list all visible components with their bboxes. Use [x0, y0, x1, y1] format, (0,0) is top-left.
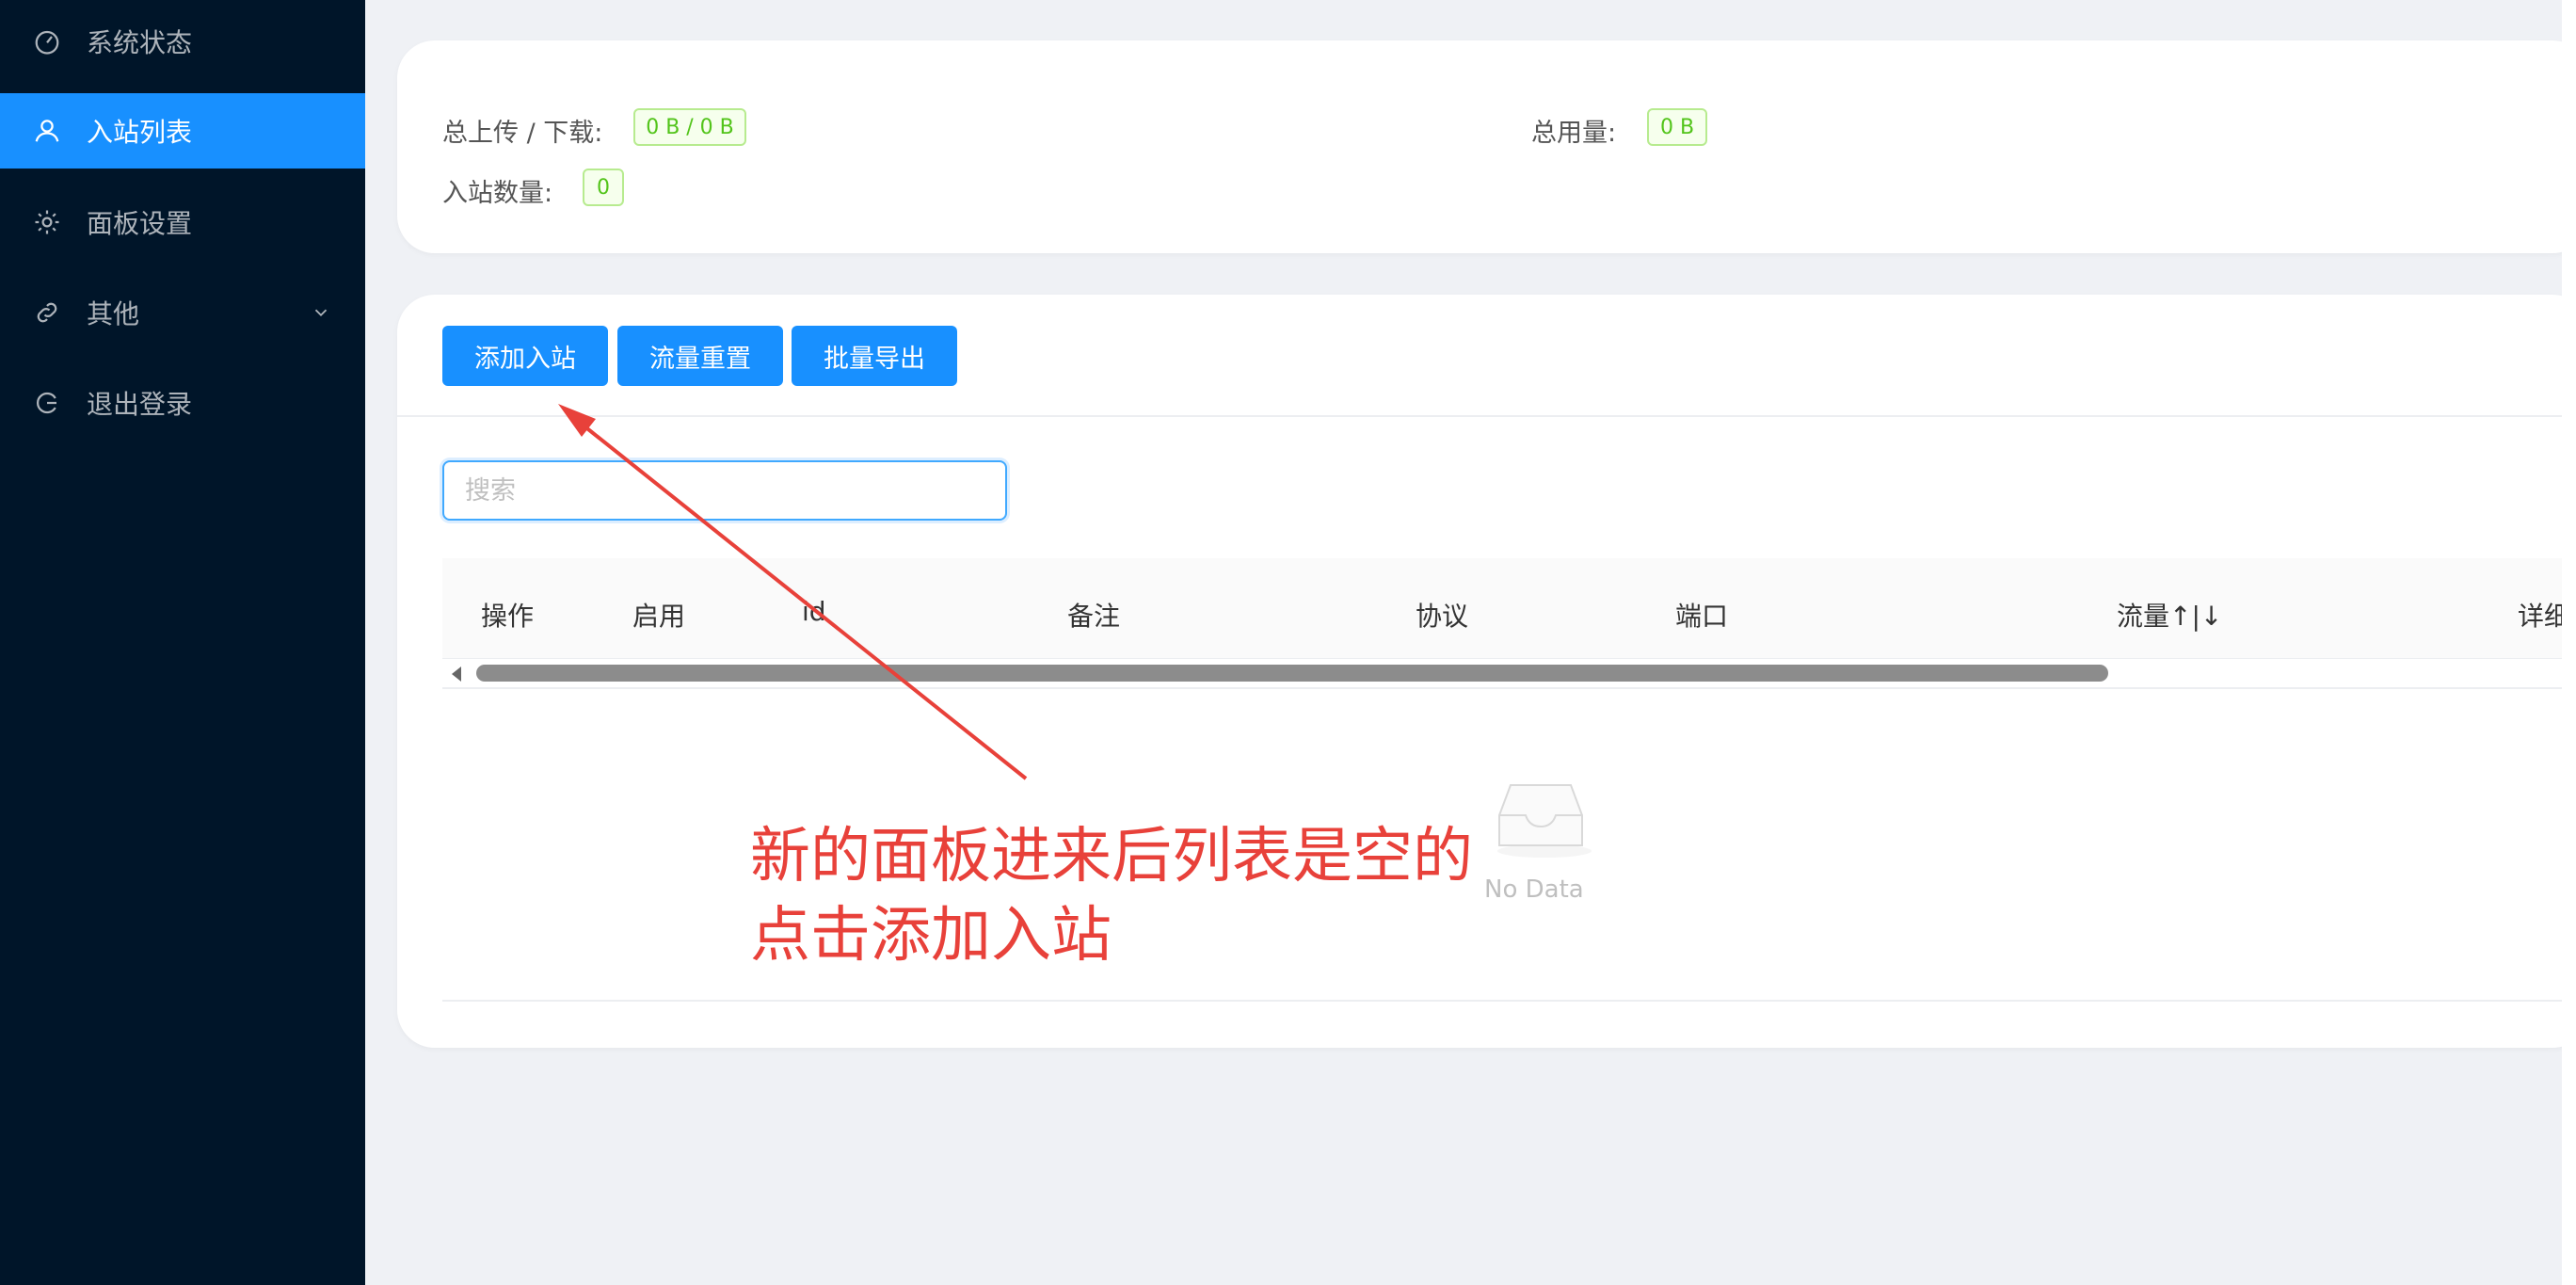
- gear-icon: [35, 210, 59, 234]
- column-header-remark: 备注: [1067, 601, 1121, 632]
- scrollbar-thumb[interactable]: [476, 665, 2108, 682]
- scroll-left-arrow-icon[interactable]: [452, 667, 461, 682]
- user-icon: [35, 120, 59, 142]
- column-header-traffic[interactable]: 流量↑|↓: [2117, 596, 2222, 634]
- table-bottom-border: [442, 1000, 2576, 1002]
- right-edge: [2562, 0, 2576, 1285]
- upload-download-tag: 0 B / 0 B: [633, 108, 746, 146]
- sidebar-item-label: 其他: [87, 298, 140, 329]
- chevron-down-icon[interactable]: [311, 302, 331, 323]
- upload-download-label: 总上传 / 下载:: [442, 119, 603, 148]
- dashboard-icon: [35, 30, 59, 55]
- sidebar-item-other[interactable]: 其他: [0, 275, 365, 350]
- column-header-actions: 操作: [481, 601, 535, 632]
- sidebar-item-system-status[interactable]: 系统状态: [0, 4, 365, 79]
- sidebar: 系统状态 入站列表 面板设置 其他 退出登录: [0, 0, 365, 1285]
- sidebar-item-logout[interactable]: 退出登录: [0, 365, 365, 441]
- annotation-line-2: 点击添加入站: [750, 901, 1112, 971]
- annotation-line-1: 新的面板进来后列表是空的: [750, 822, 1473, 891]
- table-header: [442, 558, 2576, 660]
- link-icon: [37, 302, 57, 323]
- column-header-port: 端口: [1675, 601, 1729, 632]
- toolbar-divider: [397, 415, 2576, 417]
- logout-icon: [36, 392, 56, 414]
- sidebar-item-panel-settings[interactable]: 面板设置: [0, 185, 365, 260]
- column-header-enabled: 启用: [632, 601, 686, 632]
- empty-state-text: No Data: [1484, 875, 1584, 904]
- horizontal-scrollbar[interactable]: [442, 659, 2576, 689]
- inbound-count-tag: 0: [583, 169, 624, 206]
- sidebar-item-inbound-list[interactable]: 入站列表: [0, 93, 365, 169]
- column-header-protocol: 协议: [1416, 601, 1469, 632]
- sidebar-item-label: 退出登录: [87, 389, 193, 420]
- total-usage-tag: 0 B: [1647, 108, 1707, 146]
- add-inbound-button[interactable]: 添加入站: [442, 326, 608, 386]
- sidebar-item-label: 入站列表: [87, 117, 193, 148]
- sidebar-item-label: 面板设置: [87, 208, 193, 239]
- empty-inbox-icon: [1497, 784, 1592, 858]
- column-header-id[interactable]: id: [802, 596, 826, 627]
- search-input[interactable]: [442, 460, 1007, 521]
- total-usage-label: 总用量:: [1531, 119, 1617, 148]
- reset-traffic-button[interactable]: 流量重置: [617, 326, 783, 386]
- stats-card: [397, 40, 2576, 253]
- sidebar-item-label: 系统状态: [87, 27, 193, 58]
- inbound-count-label: 入站数量:: [442, 179, 553, 208]
- batch-export-button[interactable]: 批量导出: [792, 326, 957, 386]
